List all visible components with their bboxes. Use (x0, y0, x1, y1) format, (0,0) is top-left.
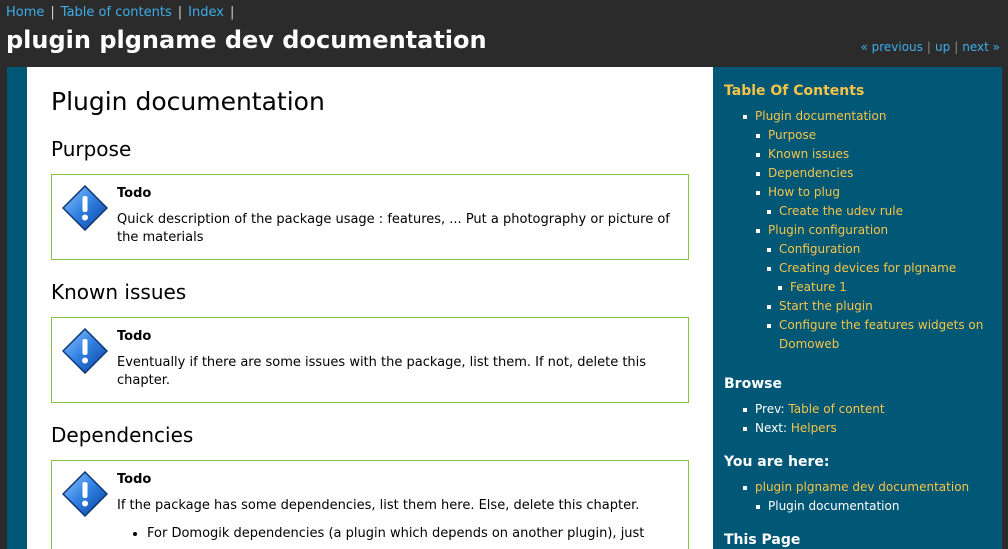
admonition-list: For Domogik dependencies (a plugin which… (147, 525, 676, 543)
admonition-title: Todo (117, 472, 152, 487)
relnav-separator: | (954, 40, 959, 54)
breadcrumb-item: plugin plgname dev documentation Plugin … (743, 478, 1002, 516)
toc-block: Table Of Contents Plugin documentation P… (724, 81, 1002, 354)
up-link[interactable]: up (935, 40, 950, 54)
toc-link-feature-1[interactable]: Feature 1 (790, 280, 847, 294)
admonition-text: Quick description of the package usage :… (117, 212, 670, 245)
relation-nav: « previous | up | next » (860, 40, 1000, 54)
toc-link-known-issues[interactable]: Known issues (768, 147, 849, 161)
toc-link-plugin-documentation[interactable]: Plugin documentation (755, 109, 886, 123)
section-heading-known-issues: Known issues (51, 280, 187, 304)
browse-item: Next: Helpers (743, 419, 1002, 438)
toc-list: Plugin documentation Purpose Known issue… (743, 107, 1002, 354)
todo-admonition: Todo If the package has some dependencie… (51, 460, 689, 549)
browse-list: Prev: Table of content Next: Helpers (743, 400, 1002, 438)
home-link[interactable]: Home (6, 5, 44, 20)
breadcrumb-item: Plugin documentation (756, 497, 1002, 516)
index-link[interactable]: Index (188, 5, 224, 20)
relnav-separator: | (926, 40, 931, 54)
next-page-link[interactable]: Helpers (791, 421, 837, 435)
sidebar: Table Of Contents Plugin documentation P… (724, 81, 1002, 549)
info-icon (62, 471, 108, 517)
breadcrumb-list: plugin plgname dev documentation Plugin … (743, 478, 1002, 516)
browse-block: Browse Prev: Table of content Next: Help… (724, 374, 1002, 438)
this-page-title: This Page (724, 532, 801, 548)
toc-sublist: Create the udev rule (767, 202, 1002, 221)
todo-admonition: Todo Quick description of the package us… (51, 174, 689, 260)
admonition-title: Todo (117, 329, 152, 344)
toc-item: Feature 1 (778, 278, 1002, 297)
toc-sublist: Purpose Known issues Dependencies How to… (756, 126, 1002, 354)
section-heading-dependencies: Dependencies (51, 423, 194, 447)
info-icon (62, 185, 108, 231)
toc-item: Purpose (756, 126, 1002, 145)
main-content: Plugin documentation Purpose Todo Quick … (27, 67, 713, 549)
toc-link-creating-devices[interactable]: Creating devices for plgname (779, 261, 956, 275)
document-wrapper: Plugin documentation Purpose Todo Quick … (7, 67, 1002, 549)
breadcrumb-root-link[interactable]: plugin plgname dev documentation (755, 480, 969, 494)
previous-link[interactable]: « previous (860, 40, 922, 54)
toc-item: Creating devices for plgname Feature 1 (767, 259, 1002, 297)
next-label: Next: (755, 421, 787, 435)
toc-item: Start the plugin (767, 297, 1002, 316)
site-title: plugin plgname dev documentation (6, 26, 487, 54)
toc-link-dependencies[interactable]: Dependencies (768, 166, 853, 180)
toc-link-configuration[interactable]: Configuration (779, 242, 860, 256)
toc-item: Configuration (767, 240, 1002, 259)
admonition-text: Eventually if there are some issues with… (117, 355, 647, 388)
toc-link-start-plugin[interactable]: Start the plugin (779, 299, 873, 313)
prev-label: Prev: (755, 402, 785, 416)
toc-link-plugin-configuration[interactable]: Plugin configuration (768, 223, 888, 237)
breadcrumb-sublist: Plugin documentation (756, 497, 1002, 516)
next-link[interactable]: next » (962, 40, 1000, 54)
breadcrumb-current: Plugin documentation (768, 499, 900, 513)
toc-link[interactable]: Table of contents (61, 5, 172, 20)
breadcrumb: You are here: plugin plgname dev documen… (724, 452, 1002, 516)
todo-admonition: Todo Eventually if there are some issues… (51, 317, 689, 403)
toc-item: Dependencies (756, 164, 1002, 183)
toc-item: Known issues (756, 145, 1002, 164)
list-item: For Domogik dependencies (a plugin which… (147, 525, 676, 543)
here-title: You are here: (724, 454, 830, 470)
nav-separator: | (50, 5, 55, 20)
section-heading-purpose: Purpose (51, 137, 132, 161)
page-title: Plugin documentation (51, 87, 325, 116)
toc-link-how-to-plug[interactable]: How to plug (768, 185, 840, 199)
toc-item: Create the udev rule (767, 202, 1002, 221)
nav-separator: | (229, 5, 235, 20)
toc-link-purpose[interactable]: Purpose (768, 128, 816, 142)
toc-item: How to plug Create the udev rule (756, 183, 1002, 221)
browse-title: Browse (724, 376, 782, 392)
admonition-title: Todo (117, 186, 152, 201)
info-icon (62, 328, 108, 374)
toc-link-configure-widgets[interactable]: Configure the features widgets on Domowe… (779, 318, 983, 351)
toc-title: Table Of Contents (724, 83, 865, 99)
prev-page-link[interactable]: Table of content (788, 402, 884, 416)
nav-separator: | (177, 5, 183, 20)
toc-sublist: Configuration Creating devices for plgna… (767, 240, 1002, 354)
browse-item: Prev: Table of content (743, 400, 1002, 419)
top-nav: Home | Table of contents | Index | (6, 4, 240, 21)
toc-sublist: Feature 1 (778, 278, 1002, 297)
toc-link-create-udev[interactable]: Create the udev rule (779, 204, 903, 218)
toc-item: Plugin configuration Configuration Creat… (756, 221, 1002, 354)
toc-item: Plugin documentation Purpose Known issue… (743, 107, 1002, 354)
toc-item: Configure the features widgets on Domowe… (767, 316, 1002, 354)
admonition-text: If the package has some dependencies, li… (117, 498, 640, 513)
